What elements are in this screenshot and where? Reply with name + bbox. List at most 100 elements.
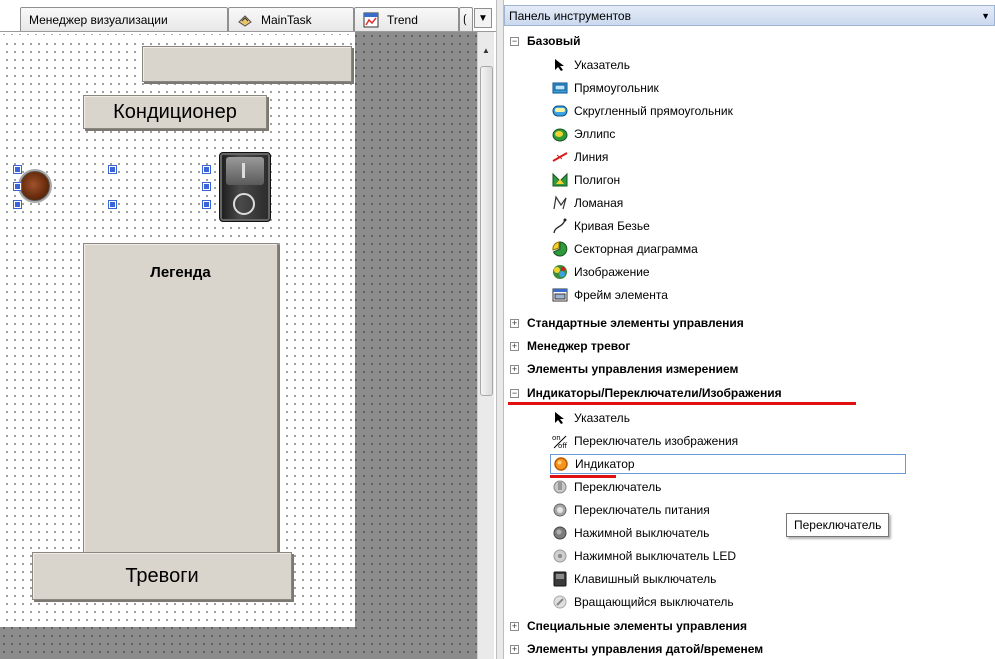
tool-element-frame[interactable]: Фрейм элемента — [552, 285, 668, 305]
tool-pointer[interactable]: Указатель — [552, 55, 630, 75]
tool-label: Кривая Безье — [574, 219, 650, 233]
tool-indicator-lamp[interactable]: Индикатор — [550, 454, 906, 474]
chevron-down-icon[interactable]: ▼ — [981, 11, 990, 21]
category-special-controls[interactable]: + Специальные элементы управления — [510, 616, 747, 636]
lamp-indicator[interactable] — [20, 171, 50, 201]
scrollbar-thumb[interactable] — [480, 66, 493, 396]
tool-image[interactable]: Изображение — [552, 262, 650, 282]
legend-panel[interactable]: Легенда — [83, 243, 278, 555]
collapse-icon[interactable]: − — [510, 36, 519, 46]
tool-ellipse[interactable]: Эллипс — [552, 124, 615, 144]
category-label: Индикаторы/Переключатели/Изображения — [527, 386, 782, 400]
tool-switch[interactable]: Переключатель — [552, 477, 661, 497]
tool-rectangle[interactable]: Прямоугольник — [552, 78, 659, 98]
chevron-down-icon: ▼ — [478, 12, 488, 24]
category-basic[interactable]: − Базовый — [510, 31, 580, 51]
visualization-editor: Менеджер визуализации MainTask Trend ⟮ ▼… — [0, 0, 498, 659]
conditioner-button[interactable]: Кондиционер — [83, 95, 267, 129]
tool-rocker-switch[interactable]: Клавишный выключатель — [552, 569, 716, 589]
switch-top — [226, 157, 264, 185]
rounded-rectangle-icon — [552, 103, 568, 119]
tab-list-dropdown-button[interactable]: ▼ — [474, 8, 492, 28]
expand-icon[interactable]: + — [510, 364, 519, 374]
lamp-icon — [553, 456, 569, 472]
selection-handle[interactable] — [202, 182, 211, 191]
category-alarm-manager[interactable]: + Менеджер тревог — [510, 336, 630, 356]
selection-handle[interactable] — [13, 165, 22, 174]
tool-line[interactable]: Линия — [552, 147, 608, 167]
svg-text:on: on — [552, 434, 561, 442]
tool-pointer[interactable]: Указатель — [552, 408, 630, 428]
tool-pie-chart[interactable]: Секторная диаграмма — [552, 239, 698, 259]
tool-power-switch[interactable]: Переключатель питания — [552, 500, 710, 520]
tab-overflow[interactable]: ⟮ — [459, 7, 473, 31]
rocker-switch[interactable] — [219, 152, 271, 222]
selection-handle[interactable] — [202, 200, 211, 209]
selection-handle[interactable] — [13, 182, 22, 191]
polygon-icon — [552, 172, 568, 188]
tool-polyline[interactable]: Ломаная — [552, 193, 623, 213]
selection-handle[interactable] — [13, 200, 22, 209]
pointer-icon — [552, 410, 568, 426]
tab-maintask[interactable]: MainTask — [228, 7, 354, 31]
selection-handle[interactable] — [108, 165, 117, 174]
header-rectangle[interactable] — [142, 46, 352, 82]
tab-label: Trend — [387, 12, 418, 27]
expand-icon[interactable]: + — [510, 644, 519, 654]
category-label: Менеджер тревог — [527, 339, 631, 353]
ellipse-icon — [552, 126, 568, 142]
category-datetime-controls[interactable]: + Элементы управления датой/временем — [510, 639, 763, 659]
tool-bezier[interactable]: Кривая Безье — [552, 216, 650, 236]
switch-icon — [552, 479, 568, 495]
legend-label: Легенда — [150, 264, 211, 281]
expand-icon[interactable]: + — [510, 621, 519, 631]
trend-icon — [363, 12, 379, 28]
pointer-icon — [552, 57, 568, 73]
canvas-area[interactable]: Кондиционер Легенда Тревоги — [0, 32, 477, 659]
tool-rounded-rectangle[interactable]: Скругленный прямоугольник — [552, 101, 733, 121]
tool-label: Изображение — [574, 265, 650, 279]
collapse-icon[interactable]: − — [510, 388, 519, 398]
svg-text:off: off — [558, 442, 567, 449]
category-standard-controls[interactable]: + Стандартные элементы управления — [510, 313, 744, 333]
tool-label: Эллипс — [574, 127, 616, 141]
tool-label: Клавишный выключатель — [574, 572, 717, 586]
pane-splitter[interactable] — [496, 0, 504, 659]
tab-overflow-icon: ⟮ — [463, 12, 467, 26]
line-icon — [552, 149, 568, 165]
tab-visualization-manager[interactable]: Менеджер визуализации — [20, 7, 228, 31]
alarms-label: Тревоги — [125, 564, 199, 587]
tab-trend[interactable]: Trend — [354, 7, 459, 31]
tool-push-switch-led[interactable]: Нажимной выключатель LED — [552, 546, 736, 566]
toolbox-header[interactable]: Панель инструментов ▼ — [504, 5, 995, 26]
tool-image-switcher[interactable]: on off Переключатель изображения — [552, 431, 738, 451]
push-switch-icon — [552, 525, 568, 541]
tool-rotary-switch[interactable]: Вращающийся выключатель — [552, 592, 734, 612]
alarms-button[interactable]: Тревоги — [32, 552, 292, 600]
tool-label: Скругленный прямоугольник — [574, 104, 733, 118]
tab-bar: Менеджер визуализации MainTask Trend ⟮ ▼ — [0, 0, 498, 32]
scroll-up-arrow-icon[interactable]: ▲ — [478, 42, 494, 58]
task-icon — [237, 12, 253, 28]
rectangle-icon — [552, 80, 568, 96]
vertical-scrollbar[interactable]: ▲ — [477, 32, 494, 659]
tool-push-switch[interactable]: Нажимной выключатель — [552, 523, 709, 543]
tool-label: Прямоугольник — [574, 81, 659, 95]
tool-label: Указатель — [574, 58, 630, 72]
visualization-canvas[interactable]: Кондиционер Легенда Тревоги — [0, 37, 355, 627]
tool-polygon[interactable]: Полигон — [552, 170, 620, 190]
switch-off-mark — [233, 193, 255, 215]
tool-label: Переключатель — [574, 480, 662, 494]
bezier-icon — [552, 218, 568, 234]
category-measurement-controls[interactable]: + Элементы управления измерением — [510, 359, 738, 379]
tool-label: Переключатель питания — [574, 503, 710, 517]
category-label: Элементы управления датой/временем — [527, 642, 764, 656]
selection-handle[interactable] — [202, 165, 211, 174]
category-indicators-switches-images[interactable]: − Индикаторы/Переключатели/Изображения — [510, 383, 782, 403]
tab-label: Менеджер визуализации — [29, 12, 168, 27]
expand-icon[interactable]: + — [510, 341, 519, 351]
category-label: Специальные элементы управления — [527, 619, 747, 633]
expand-icon[interactable]: + — [510, 318, 519, 328]
selection-handle[interactable] — [108, 200, 117, 209]
toolbox-panel: Панель инструментов ▼ − Базовый Указател… — [504, 0, 995, 659]
